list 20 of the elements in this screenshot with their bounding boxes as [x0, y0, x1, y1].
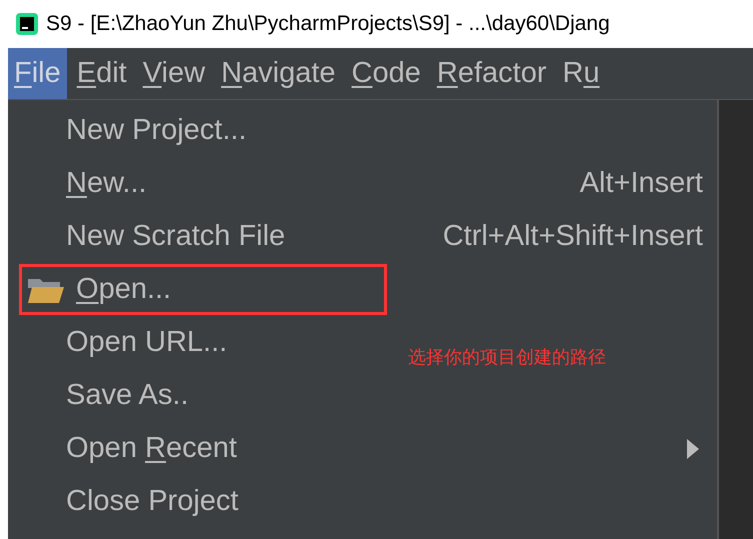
- menu-bar-item[interactable]: Ru: [556, 48, 606, 99]
- shortcut-label: Alt+Insert: [580, 166, 703, 201]
- menu-item[interactable]: Open...: [76, 268, 172, 312]
- menu-item[interactable]: Close Project: [66, 480, 238, 524]
- menu-bar-item[interactable]: Code: [346, 48, 427, 99]
- menu-item[interactable]: New Project...: [66, 108, 246, 152]
- menu-item[interactable]: Open Recent: [66, 426, 237, 470]
- menu-bar-item[interactable]: View: [136, 48, 212, 99]
- menu-item[interactable]: Save As..: [66, 374, 189, 418]
- menu-bar-item[interactable]: Refactor: [430, 48, 552, 99]
- shortcut-label: Ctrl+Alt+Shift+Insert: [442, 218, 703, 254]
- menu-bar-item[interactable]: Edit: [70, 48, 133, 99]
- menu-item[interactable]: Open URL...: [66, 320, 228, 364]
- menu-bar-item[interactable]: File: [8, 48, 67, 99]
- app-logo-icon: [16, 13, 38, 35]
- menu-bar-item[interactable]: Navigate: [215, 48, 342, 99]
- menu-item[interactable]: New Scratch File: [66, 214, 286, 258]
- window-title: S9 - [E:\ZhaoYun Zhu\PycharmProjects\S9] - ...\day60\Djang: [46, 11, 610, 38]
- annotation-text: 选择你的项目创建的路径: [408, 346, 606, 369]
- menu-item[interactable]: New...: [66, 162, 147, 206]
